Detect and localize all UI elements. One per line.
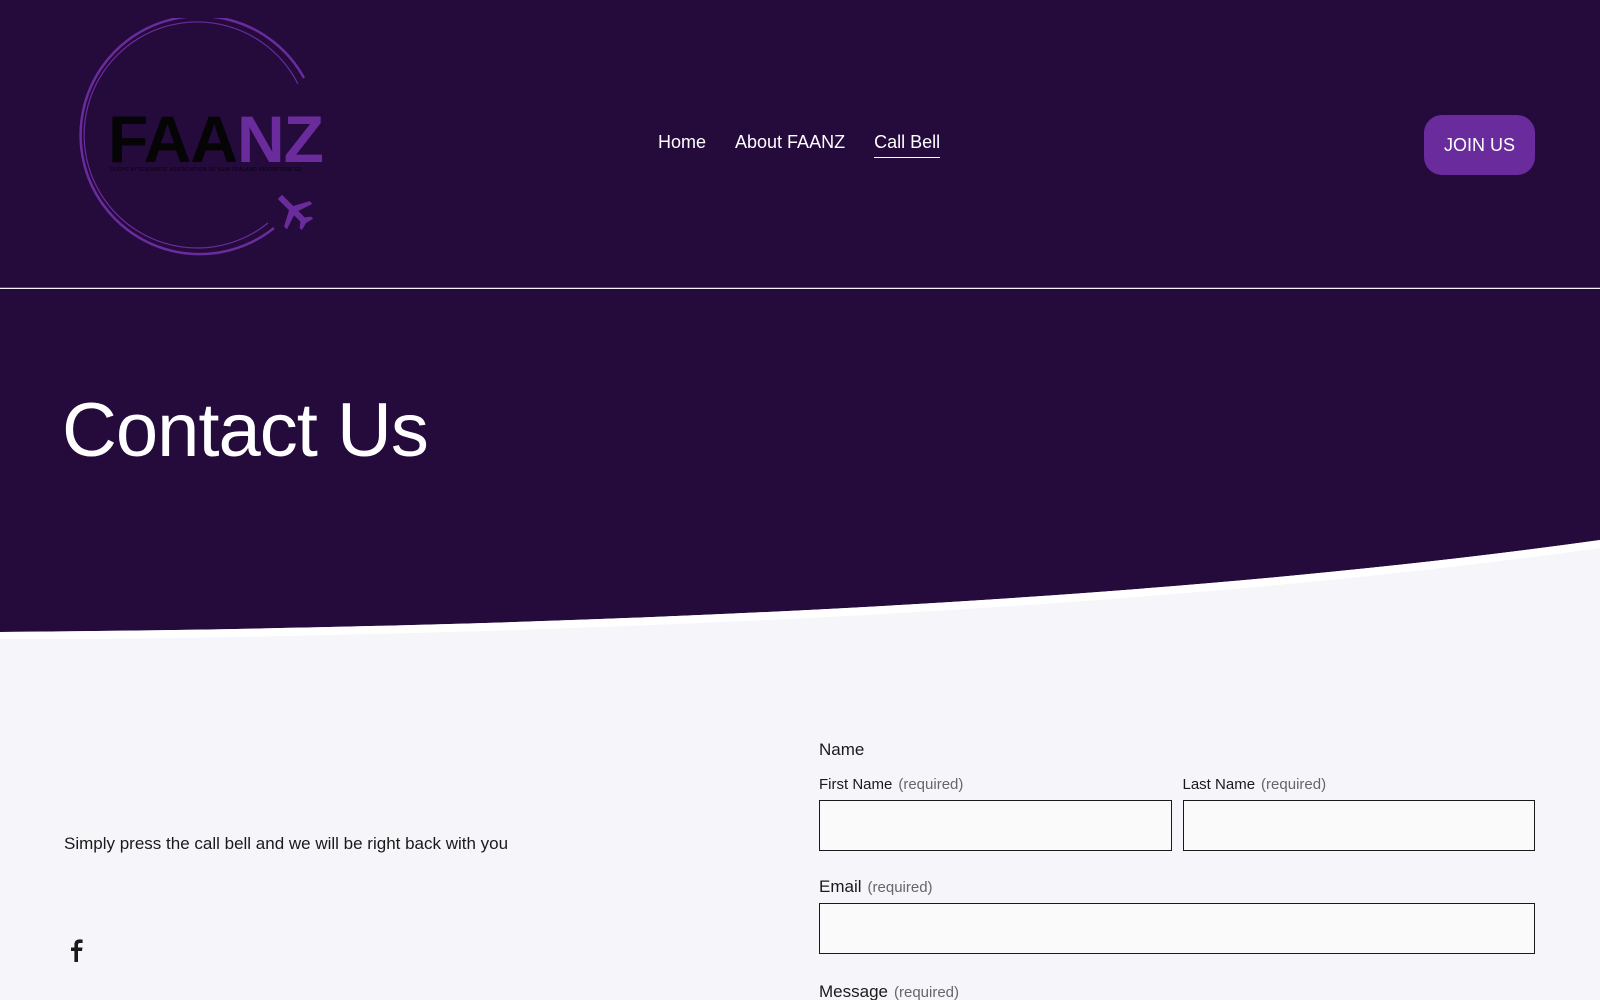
faanz-logo[interactable]: FAANZ FLIGHT ATTENDANTS' ASSOCIATION OF … — [72, 18, 352, 270]
page-title: Contact Us — [62, 388, 429, 473]
airplane-icon — [277, 194, 314, 231]
message-required: (required) — [893, 984, 960, 1000]
logo-wordmark: FAANZ — [108, 106, 324, 172]
email-input[interactable] — [819, 903, 1535, 954]
email-label: Email — [819, 877, 862, 896]
logo-subtitle: FLIGHT ATTENDANTS' ASSOCIATION OF NEW ZE… — [110, 167, 303, 173]
first-name-input[interactable] — [819, 800, 1172, 851]
nav-item-home[interactable]: Home — [658, 132, 706, 158]
first-name-label: First Name — [819, 776, 893, 793]
logo-text-nz: NZ — [237, 102, 324, 176]
first-name-group: First Name (required) — [819, 776, 1172, 851]
contact-form: Name First Name (required) Last Name (requ… — [819, 740, 1535, 1000]
last-name-input[interactable] — [1182, 800, 1535, 851]
last-name-label: Last Name — [1182, 776, 1256, 793]
main-nav: Home About FAANZ Call Bell — [658, 132, 941, 158]
contact-tagline: Simply press the call bell and we will b… — [64, 834, 509, 853]
email-group: Email (required) — [819, 877, 1535, 954]
site-header: FAANZ FLIGHT ATTENDANTS' ASSOCIATION OF … — [0, 0, 1600, 288]
name-label: Name — [819, 740, 865, 759]
nav-item-about[interactable]: About FAANZ — [735, 132, 845, 158]
logo-text-faa: FAA — [108, 102, 238, 176]
last-name-required: (required) — [1261, 776, 1327, 793]
name-row: First Name (required) Last Name (required) — [819, 776, 1535, 851]
facebook-icon[interactable] — [66, 938, 86, 962]
nav-item-call-bell[interactable]: Call Bell — [874, 132, 941, 158]
email-required: (required) — [867, 879, 933, 896]
message-label: Message — [819, 982, 888, 1000]
last-name-group: Last Name (required) — [1182, 776, 1535, 851]
message-group: Message (required) — [819, 982, 1535, 1000]
join-us-button[interactable]: JOIN US — [1424, 115, 1535, 175]
first-name-required: (required) — [898, 776, 964, 793]
